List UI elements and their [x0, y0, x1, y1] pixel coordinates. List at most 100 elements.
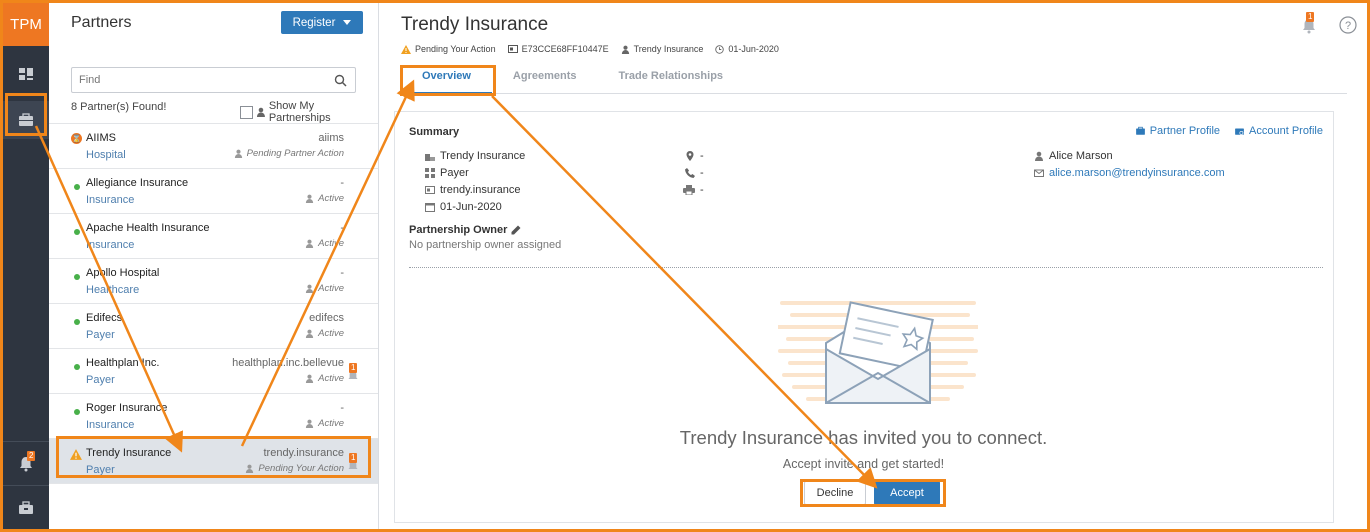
active-status-dot	[74, 409, 80, 415]
partner-profile-label: Partner Profile	[1149, 125, 1221, 137]
account-profile-link[interactable]: Account Profile	[1234, 125, 1323, 137]
user-status-icon	[306, 374, 314, 383]
partner-name: Apache Health Insurance	[86, 222, 210, 234]
active-status-dot	[74, 184, 80, 190]
partner-profile-link[interactable]: Partner Profile	[1135, 125, 1220, 137]
user-icon	[621, 45, 629, 54]
tab-trade-relationships[interactable]: Trade Relationships	[598, 67, 745, 93]
partner-status: Active	[305, 328, 344, 339]
admin-nav-button[interactable]	[3, 486, 49, 529]
notification-count-badge: 2	[27, 451, 36, 461]
calendar-icon	[425, 203, 435, 212]
show-my-checkbox[interactable]	[240, 105, 253, 119]
divider	[409, 267, 1323, 268]
results-count: 8 Partner(s) Found!	[71, 101, 167, 113]
summary-type: Payer	[440, 167, 469, 179]
invite-subtext: Accept invite and get started!	[782, 457, 945, 471]
dashboard-icon	[19, 68, 33, 80]
header-notification-badge: 1	[1306, 12, 1315, 22]
pencil-icon[interactable]	[511, 225, 521, 235]
invitation-envelope-illustration	[778, 301, 978, 404]
user-status-icon	[306, 284, 314, 293]
partner-type: Healthcare	[86, 284, 140, 296]
active-status-dot	[74, 319, 80, 325]
category-icon	[425, 168, 435, 178]
notifications-nav-button[interactable]: 2	[3, 442, 49, 485]
partner-list-item[interactable]: Edifecs Payer edifecs Active	[49, 304, 378, 349]
partner-detail: Trendy Insurance Pending Your Action E73…	[380, 3, 1367, 529]
item-notification[interactable]: 1	[347, 453, 359, 473]
search-icon[interactable]	[334, 74, 347, 87]
meta-owner: Trendy Insurance	[633, 44, 704, 54]
owner-title: Partnership Owner	[409, 224, 508, 236]
active-status-dot	[74, 229, 80, 235]
warning-icon	[70, 449, 82, 460]
partner-type: Payer	[86, 464, 115, 476]
partner-list-item[interactable]: Healthplan Inc. Payer healthplan.inc.belle…	[49, 349, 378, 394]
partner-name: Allegiance Insurance	[86, 177, 189, 189]
warning-icon	[401, 44, 411, 54]
partners-title: Partners	[71, 14, 132, 31]
contact-email-row[interactable]: alice.marson@trendyinsurance.com	[1034, 167, 1225, 179]
clock-icon	[715, 44, 725, 54]
partner-domain: -	[340, 222, 344, 234]
contact-name-row: Alice Marson	[1034, 150, 1113, 162]
owner-subtitle: No partnership owner assigned	[409, 239, 562, 251]
partner-list-item[interactable]: Roger Insurance Insurance - Active	[49, 394, 378, 439]
user-icon	[256, 107, 265, 117]
partner-list-item[interactable]: Apollo Hospital Healthcare - Active	[49, 259, 378, 304]
partner-domain: -	[340, 402, 344, 414]
chevron-down-icon	[343, 20, 352, 25]
header-notifications-button[interactable]: 1	[1301, 12, 1319, 35]
partner-type: Insurance	[86, 419, 135, 431]
fax-icon	[683, 185, 695, 195]
partner-list-item[interactable]: Trendy Insurance Payer trendy.insurance Pen…	[49, 439, 378, 484]
summary-date: 01-Jun-2020	[440, 201, 502, 213]
app-logo[interactable]: TPM	[3, 3, 49, 46]
summary-type-row: Payer	[425, 167, 469, 179]
summary-fax-row: -	[683, 184, 704, 196]
partner-domain: -	[340, 267, 344, 279]
summary-phone-row: -	[685, 167, 704, 179]
partners-nav-button[interactable]	[3, 101, 49, 139]
summary-phone: -	[700, 167, 704, 179]
partner-list: ⌛ AIIMS Hospital aiims Pending Partner Actio…	[49, 123, 378, 484]
tab-agreements[interactable]: Agreements	[492, 67, 598, 93]
meta-date: 01-Jun-2020	[728, 44, 779, 54]
search-input[interactable]	[79, 74, 319, 86]
partner-status: Active	[305, 283, 344, 294]
partner-list-item[interactable]: Allegiance Insurance Insurance - Active	[49, 169, 378, 214]
partner-domain: edifecs	[309, 312, 344, 324]
item-notification[interactable]: 1	[347, 363, 359, 383]
accept-button[interactable]: Accept	[874, 481, 940, 505]
show-my-partnerships-toggle[interactable]: Show My Partnerships	[240, 100, 378, 124]
organization-icon	[425, 154, 435, 161]
dashboard-nav-button[interactable]	[3, 55, 49, 93]
partner-status: Active	[305, 193, 344, 204]
toolbox-icon	[19, 500, 33, 514]
partner-type: Payer	[86, 374, 115, 386]
partner-type: Hospital	[86, 149, 126, 161]
partner-name: Roger Insurance	[86, 402, 168, 414]
summary-date-row: 01-Jun-2020	[425, 201, 502, 213]
phone-icon	[685, 168, 695, 178]
partner-name: Edifecs	[86, 312, 123, 324]
partner-name: AIIMS	[86, 132, 116, 144]
partner-domain: healthplan.inc.bellevue	[232, 357, 344, 369]
partner-status-text: Active	[318, 283, 344, 294]
meta-status: Pending Your Action	[415, 44, 496, 54]
register-button[interactable]: Register	[281, 11, 363, 34]
contact-email[interactable]: alice.marson@trendyinsurance.com	[1049, 167, 1225, 179]
partner-status: Active	[305, 373, 344, 384]
partner-status-text: Active	[318, 328, 344, 339]
register-label: Register	[292, 16, 336, 29]
partner-search[interactable]	[71, 67, 356, 93]
partner-list-item[interactable]: Apache Health Insurance Insurance - Active	[49, 214, 378, 259]
partner-status-text: Pending Your Action	[258, 463, 344, 474]
help-icon[interactable]: ?	[1339, 16, 1357, 34]
left-rail: TPM 2	[3, 3, 49, 529]
tab-overview[interactable]: Overview	[401, 67, 492, 94]
partner-name: Trendy Insurance	[86, 447, 172, 459]
decline-button[interactable]: Decline	[804, 481, 866, 505]
partner-list-item[interactable]: ⌛ AIIMS Hospital aiims Pending Partner Actio…	[49, 124, 378, 169]
